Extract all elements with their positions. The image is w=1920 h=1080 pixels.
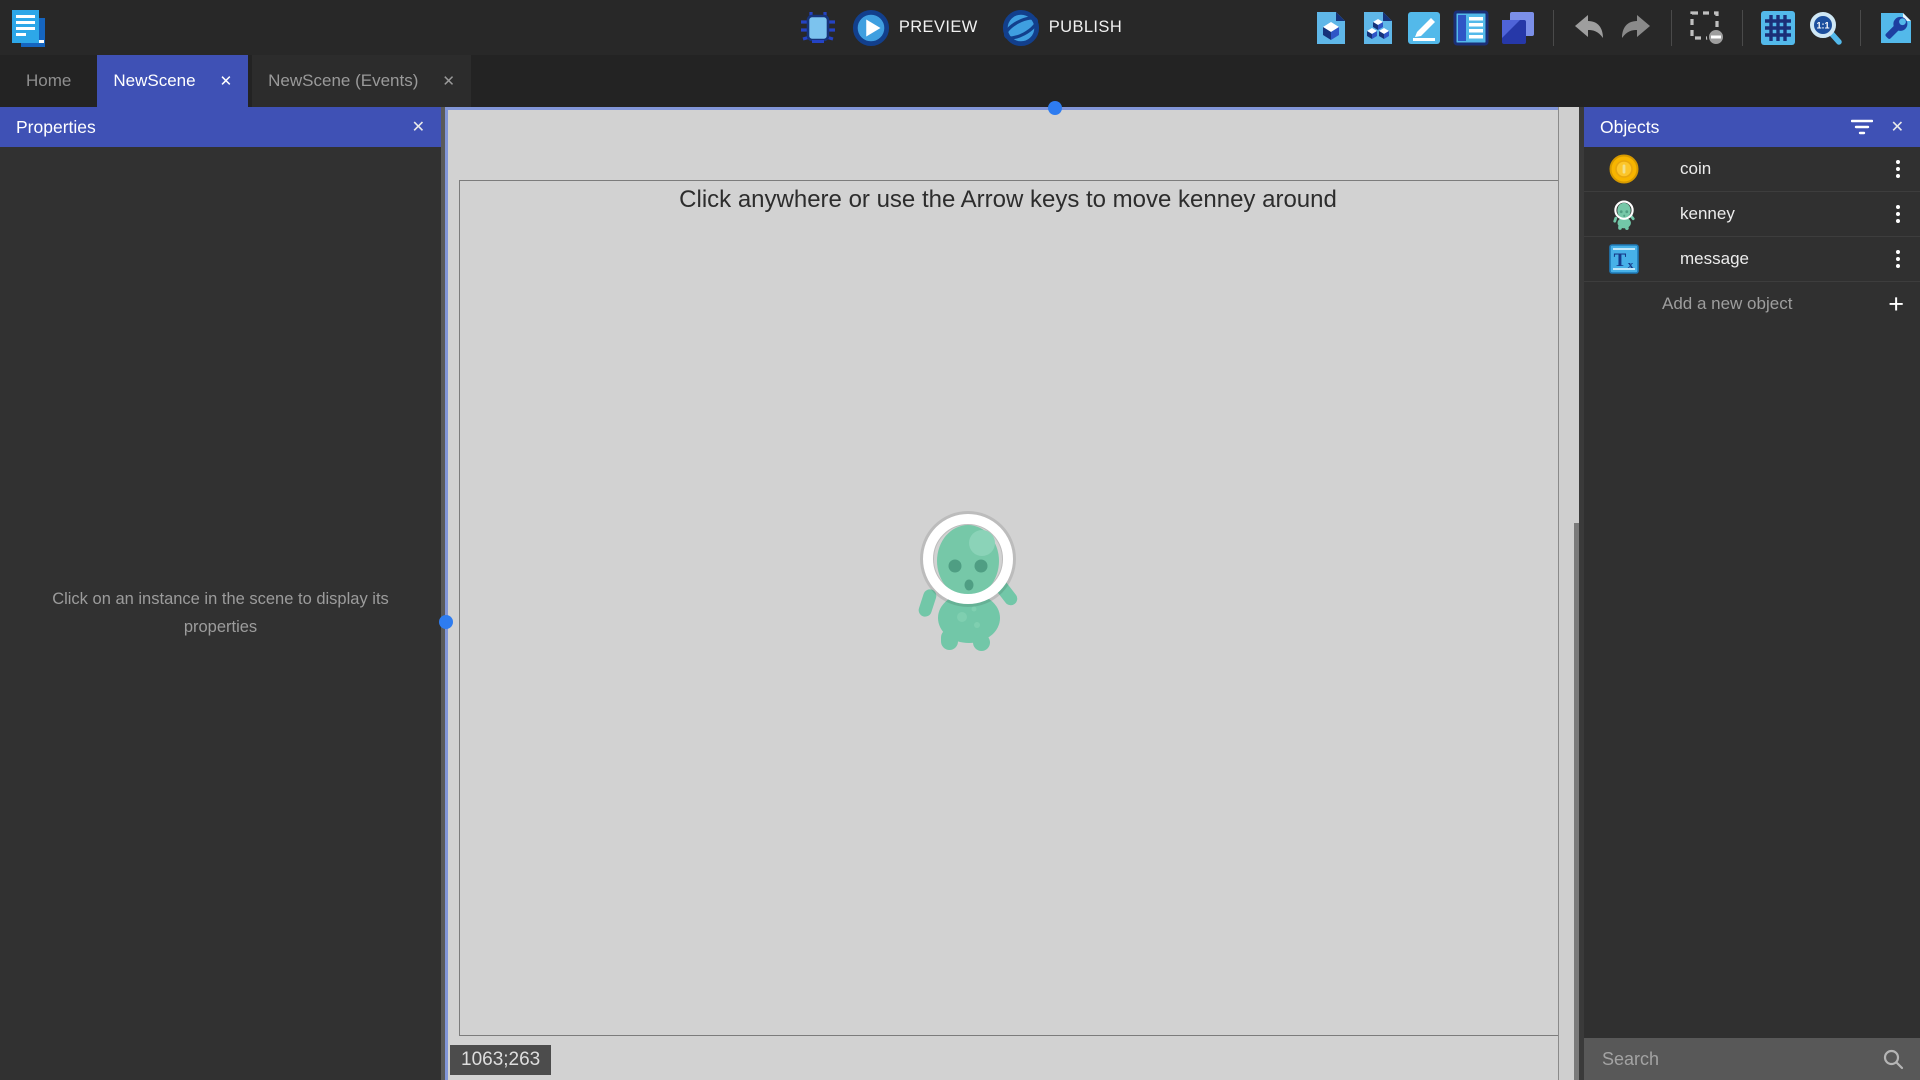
objects-panel-header: Objects ✕ — [1584, 107, 1920, 147]
properties-panel: Properties ✕ Click on an instance in the… — [0, 107, 441, 1080]
toolbar-divider — [1671, 10, 1672, 46]
filter-icon[interactable] — [1851, 119, 1873, 135]
properties-close-icon[interactable]: ✕ — [412, 117, 425, 137]
tab-newscene-events[interactable]: NewScene (Events) ✕ — [252, 55, 471, 107]
resize-handle-top[interactable] — [1048, 101, 1062, 115]
scene-instruction-text: Click anywhere or use the Arrow keys to … — [459, 186, 1557, 214]
search-icon[interactable] — [1882, 1048, 1904, 1070]
grid-icon[interactable] — [1760, 10, 1796, 46]
object-groups-icon[interactable] — [1359, 10, 1395, 46]
deselect-icon[interactable] — [1689, 10, 1725, 46]
zoom-reset-label: 1:1 — [1816, 20, 1829, 30]
instances-list-icon[interactable] — [1453, 10, 1489, 46]
debug-button[interactable] — [798, 8, 838, 48]
toolbar-divider — [1742, 10, 1743, 46]
object-name: kenney — [1680, 204, 1892, 224]
text-object-icon: T x — [1608, 241, 1640, 277]
objects-panel: Objects ✕ coin — [1584, 107, 1920, 1080]
edit-properties-icon[interactable] — [1406, 10, 1442, 46]
coin-object-icon — [1608, 151, 1640, 187]
properties-panel-header: Properties ✕ — [0, 107, 441, 147]
publish-globe-icon — [1002, 9, 1040, 47]
object-menu-message[interactable] — [1892, 246, 1904, 272]
properties-panel-title: Properties — [16, 117, 96, 138]
object-row-message[interactable]: T x message — [1584, 237, 1920, 282]
scene-objects-icon[interactable] — [1312, 10, 1348, 46]
undo-icon[interactable] — [1571, 10, 1607, 46]
toolbar-right-group: 1:1 — [1312, 0, 1914, 55]
add-object-label: Add a new object — [1662, 294, 1888, 314]
scene-window-border-top — [445, 107, 1584, 110]
add-object-button[interactable]: Add a new object + — [1584, 282, 1920, 326]
scene-window-border-left — [445, 107, 448, 1080]
debug-bug-icon — [798, 8, 838, 48]
toolbar-divider — [1860, 10, 1861, 46]
tab-newscene-events-label: NewScene (Events) — [268, 71, 418, 91]
layers-icon[interactable] — [1500, 10, 1536, 46]
plus-icon: + — [1888, 291, 1904, 318]
objects-close-icon[interactable]: ✕ — [1891, 117, 1904, 137]
redo-icon[interactable] — [1618, 10, 1654, 46]
object-menu-coin[interactable] — [1892, 156, 1904, 182]
settings-wrench-icon[interactable] — [1878, 10, 1914, 46]
publish-button[interactable]: PUBLISH — [1002, 9, 1122, 47]
zoom-reset-icon[interactable]: 1:1 — [1807, 10, 1843, 46]
kenney-object-icon — [1608, 196, 1640, 232]
object-menu-kenney[interactable] — [1892, 201, 1904, 227]
project-manager-button[interactable] — [8, 7, 50, 51]
resize-handle-left[interactable] — [439, 615, 453, 629]
tab-newscene-label: NewScene — [113, 71, 195, 91]
object-name: coin — [1680, 159, 1892, 179]
cursor-coordinates-badge: 1063;263 — [450, 1045, 551, 1075]
tab-newscene-close-icon[interactable]: ✕ — [220, 72, 233, 90]
preview-label: PREVIEW — [899, 18, 978, 37]
preview-button[interactable]: PREVIEW — [852, 9, 978, 47]
text-icon-x: x — [1628, 259, 1634, 271]
object-row-kenney[interactable]: kenney — [1584, 192, 1920, 237]
objects-panel-title: Objects — [1600, 117, 1659, 138]
kenney-character-sprite[interactable] — [903, 505, 1033, 653]
project-manager-icon — [8, 7, 50, 51]
preview-play-icon — [852, 9, 890, 47]
objects-search-bar — [1584, 1038, 1920, 1080]
main-toolbar: PREVIEW PUBLISH — [0, 0, 1920, 55]
gdevelop-window: PREVIEW PUBLISH — [0, 0, 1920, 1080]
tab-newscene-events-close-icon[interactable]: ✕ — [442, 72, 455, 90]
tab-home-label: Home — [26, 71, 71, 91]
toolbar-divider — [1553, 10, 1554, 46]
text-icon-T: T — [1614, 250, 1627, 271]
tab-bar: Home NewScene ✕ NewScene (Events) ✕ — [0, 55, 1920, 107]
object-name: message — [1680, 249, 1892, 269]
tab-home[interactable]: Home — [14, 55, 83, 107]
objects-search-input[interactable] — [1600, 1048, 1882, 1071]
tab-newscene[interactable]: NewScene ✕ — [97, 55, 248, 107]
properties-empty-message: Click on an instance in the scene to dis… — [28, 585, 413, 641]
object-row-coin[interactable]: coin — [1584, 147, 1920, 192]
publish-label: PUBLISH — [1049, 18, 1122, 37]
